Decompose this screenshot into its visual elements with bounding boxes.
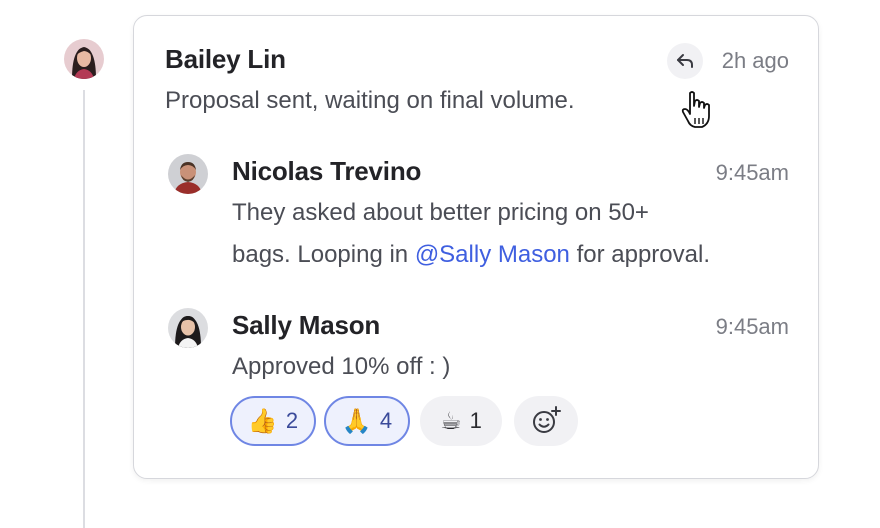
reply-icon: [677, 54, 693, 68]
hand-cursor-icon: [680, 90, 714, 135]
parent-author[interactable]: Bailey Lin: [165, 44, 286, 75]
reply-author[interactable]: Sally Mason: [232, 310, 380, 341]
reply-timestamp: 9:45am: [715, 160, 789, 185]
reply-author[interactable]: Nicolas Trevino: [232, 156, 421, 187]
bailey-avatar-image: [64, 39, 104, 79]
reply-button[interactable]: [667, 43, 703, 79]
thread-card: Bailey Lin 2h ago Proposal sent, waiting…: [133, 15, 819, 479]
mention-link[interactable]: @Sally Mason: [415, 241, 570, 268]
reply-text-line-1: They asked about better pricing on 50+: [232, 199, 649, 226]
nicolas-avatar-image: [168, 154, 208, 194]
avatar[interactable]: [64, 39, 104, 79]
reaction-coffee[interactable]: ☕ 1: [420, 396, 502, 446]
reaction-count: 2: [285, 408, 299, 433]
avatar[interactable]: [168, 154, 208, 194]
reaction-folded-hands[interactable]: 🙏 4: [324, 396, 410, 446]
parent-message-text: Proposal sent, waiting on final volume.: [165, 87, 575, 114]
reaction-count: 1: [469, 408, 482, 433]
reply-message-text: Approved 10% off : ): [232, 353, 451, 380]
add-reaction-button[interactable]: [514, 396, 578, 446]
reaction-count: 4: [379, 408, 393, 433]
parent-timestamp: 2h ago: [721, 48, 789, 73]
folded-hands-icon: 🙏: [341, 407, 372, 435]
avatar[interactable]: [168, 308, 208, 348]
reaction-thumbs-up[interactable]: 👍 2: [230, 396, 316, 446]
thread-line: [83, 90, 85, 528]
reply-text-line-2: bags. Looping in @Sally Mason for approv…: [232, 234, 710, 276]
coffee-icon: ☕: [440, 407, 462, 435]
reply-timestamp: 9:45am: [715, 314, 789, 339]
reply-text-before-mention: bags. Looping in: [232, 241, 415, 268]
sally-avatar-image: [168, 308, 208, 348]
reply-text-after-mention: for approval.: [569, 241, 710, 268]
add-reaction-icon: [533, 406, 561, 433]
reply-message-text: They asked about better pricing on 50+ b…: [232, 192, 710, 276]
thumbs-up-icon: 👍: [247, 407, 278, 435]
